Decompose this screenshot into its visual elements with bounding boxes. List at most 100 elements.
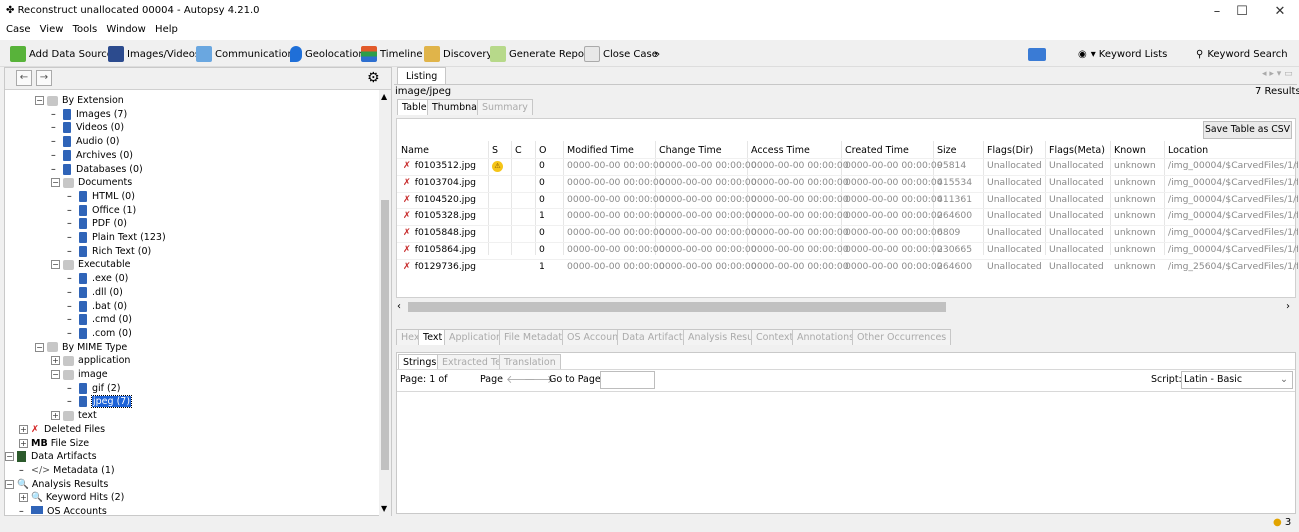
menu-view[interactable]: View bbox=[40, 24, 64, 35]
tab-strings[interactable]: Strings bbox=[398, 354, 442, 369]
tree-node[interactable]: – Videos (0) bbox=[51, 121, 124, 134]
tab-other-occurrences[interactable]: Other Occurrences bbox=[852, 329, 952, 345]
collapse-icon[interactable]: − bbox=[35, 96, 44, 105]
gear-icon[interactable]: ⚙ bbox=[367, 71, 380, 85]
collapse-icon[interactable]: − bbox=[51, 178, 60, 188]
discovery-button[interactable]: Discovery bbox=[424, 45, 492, 63]
tree-node[interactable]: + 🔍 Keyword Hits (2) bbox=[19, 491, 124, 504]
collapse-icon[interactable]: − bbox=[5, 452, 14, 462]
toolbar-overflow-button[interactable]: » bbox=[654, 45, 660, 63]
tab-annotations[interactable]: Annotations bbox=[792, 329, 860, 345]
tree-node[interactable]: – .dll (0) bbox=[67, 286, 123, 299]
menu-case[interactable]: Case bbox=[6, 24, 30, 35]
col-modified-time-header[interactable]: Modified Time bbox=[567, 145, 634, 156]
messages-button[interactable] bbox=[1028, 45, 1049, 63]
communications-button[interactable]: Communications bbox=[196, 45, 299, 63]
tree-node[interactable]: – .bat (0) bbox=[67, 300, 127, 313]
col-score-header[interactable]: S bbox=[492, 145, 498, 156]
col-access-time-header[interactable]: Access Time bbox=[751, 145, 810, 156]
expand-icon[interactable]: + bbox=[51, 356, 60, 366]
tree-node[interactable]: + ✗ Deleted Files bbox=[19, 423, 105, 436]
generate-report-button[interactable]: Generate Report bbox=[490, 45, 592, 63]
tree-node[interactable]: − Data Artifacts bbox=[5, 450, 97, 463]
col-size-header[interactable]: Size bbox=[937, 145, 957, 156]
tree-node[interactable]: − image bbox=[51, 368, 108, 381]
tree-scrollbar[interactable]: ▲ ▼ bbox=[379, 90, 391, 517]
col-comment-header[interactable]: C bbox=[515, 145, 522, 156]
collapse-icon[interactable]: − bbox=[51, 370, 60, 379]
goto-page-input[interactable] bbox=[600, 371, 655, 389]
geolocation-button[interactable]: Geolocation bbox=[290, 45, 365, 63]
tree-node[interactable]: – Images (7) bbox=[51, 108, 127, 121]
tree-node[interactable]: – Databases (0) bbox=[51, 163, 143, 176]
col-flags-dir-header[interactable]: Flags(Dir) bbox=[987, 145, 1033, 156]
tree-node[interactable]: – PDF (0) bbox=[67, 217, 127, 230]
tree-node[interactable]: – gif (2) bbox=[67, 382, 121, 395]
tab-translation[interactable]: Translation bbox=[499, 354, 561, 369]
col-change-time-header[interactable]: Change Time bbox=[659, 145, 722, 156]
tree-scroll-thumb[interactable] bbox=[381, 200, 389, 470]
tree-node[interactable]: – Rich Text (0) bbox=[67, 245, 151, 258]
collapse-icon[interactable]: − bbox=[5, 479, 14, 489]
tab-nav-controls[interactable]: ◂ ▸ ▾ ▭ bbox=[1262, 69, 1293, 79]
expand-icon[interactable]: + bbox=[19, 438, 28, 448]
scroll-down-icon[interactable]: ▼ bbox=[381, 504, 387, 513]
col-location-header[interactable]: Location bbox=[1168, 145, 1208, 156]
col-occurrences-header[interactable]: O bbox=[539, 145, 546, 156]
menu-window[interactable]: Window bbox=[106, 24, 145, 35]
save-table-csv-button[interactable]: Save Table as CSV bbox=[1203, 121, 1292, 139]
tab-summary[interactable]: Summary bbox=[477, 99, 533, 115]
timeline-button[interactable]: Timeline bbox=[361, 45, 423, 63]
tree-node[interactable]: – .com (0) bbox=[67, 327, 132, 340]
keyword-lists-button[interactable]: ◉ ▾ Keyword Lists bbox=[1078, 45, 1167, 63]
col-created-time-header[interactable]: Created Time bbox=[845, 145, 909, 156]
col-known-header[interactable]: Known bbox=[1114, 145, 1146, 156]
keyword-search-button[interactable]: ⚲ Keyword Search bbox=[1196, 45, 1288, 63]
tree-node[interactable]: + MB File Size bbox=[19, 437, 89, 450]
add-data-source-button[interactable]: Add Data Source bbox=[10, 45, 113, 63]
close-button[interactable]: ✕ bbox=[1260, 2, 1299, 22]
tree-node[interactable]: – Office (1) bbox=[67, 204, 136, 217]
tab-data-artifacts[interactable]: Data Artifacts bbox=[617, 329, 693, 345]
tab-listing[interactable]: Listing bbox=[397, 67, 447, 85]
tree-node[interactable]: + text bbox=[51, 409, 97, 422]
tree-node[interactable]: – Plain Text (123) bbox=[67, 231, 166, 244]
menu-help[interactable]: Help bbox=[155, 24, 178, 35]
tree-node[interactable]: − Documents bbox=[51, 176, 132, 189]
close-case-button[interactable]: Close Case bbox=[584, 45, 658, 63]
tree-node[interactable]: – HTML (0) bbox=[67, 190, 135, 203]
collapse-icon[interactable]: − bbox=[35, 342, 44, 352]
table-hscrollbar[interactable]: ‹ › bbox=[396, 300, 1296, 314]
images-videos-button[interactable]: Images/Videos bbox=[108, 45, 200, 63]
tree-node[interactable]: – Archives (0) bbox=[51, 149, 133, 162]
forward-button[interactable]: → bbox=[36, 70, 52, 86]
script-select[interactable]: Latin - Basic ⌄ bbox=[1181, 371, 1293, 389]
tree-node[interactable]: – .exe (0) bbox=[67, 272, 128, 285]
menu-tools[interactable]: Tools bbox=[73, 24, 98, 35]
col-flags-meta-header[interactable]: Flags(Meta) bbox=[1049, 145, 1105, 156]
maximize-button[interactable]: ☐ bbox=[1222, 2, 1262, 22]
collapse-icon[interactable]: − bbox=[51, 260, 60, 270]
tree-node[interactable]: − By MIME Type bbox=[35, 341, 127, 354]
scroll-left-icon[interactable]: ‹ bbox=[397, 301, 401, 312]
tree-node[interactable]: + application bbox=[51, 354, 130, 367]
expand-icon[interactable]: + bbox=[51, 411, 60, 421]
tree-node[interactable]: − Executable bbox=[51, 258, 130, 271]
scroll-up-icon[interactable]: ▲ bbox=[381, 92, 387, 101]
tree-node[interactable]: − By Extension bbox=[35, 94, 124, 107]
tab-text[interactable]: Text bbox=[418, 329, 448, 345]
tree-node[interactable]: – </> Metadata (1) bbox=[19, 464, 115, 477]
expand-icon[interactable]: + bbox=[19, 424, 28, 434]
table-hscroll-thumb[interactable] bbox=[408, 302, 946, 312]
expand-icon[interactable]: + bbox=[19, 493, 28, 503]
back-button[interactable]: ← bbox=[16, 70, 32, 86]
tree-node[interactable]: – jpeg (7) bbox=[67, 395, 133, 409]
tree-node[interactable]: − 🔍 Analysis Results bbox=[5, 478, 108, 491]
carved-jpeg-icon: ✗ bbox=[403, 193, 411, 205]
tree-node[interactable]: – .cmd (0) bbox=[67, 313, 132, 326]
notification-indicator[interactable]: ● 3 bbox=[1273, 517, 1291, 528]
scroll-right-icon[interactable]: › bbox=[1286, 301, 1290, 312]
tab-application[interactable]: Application bbox=[444, 329, 508, 345]
tree-node[interactable]: – Audio (0) bbox=[51, 135, 119, 148]
col-name-header[interactable]: Name bbox=[401, 145, 429, 156]
